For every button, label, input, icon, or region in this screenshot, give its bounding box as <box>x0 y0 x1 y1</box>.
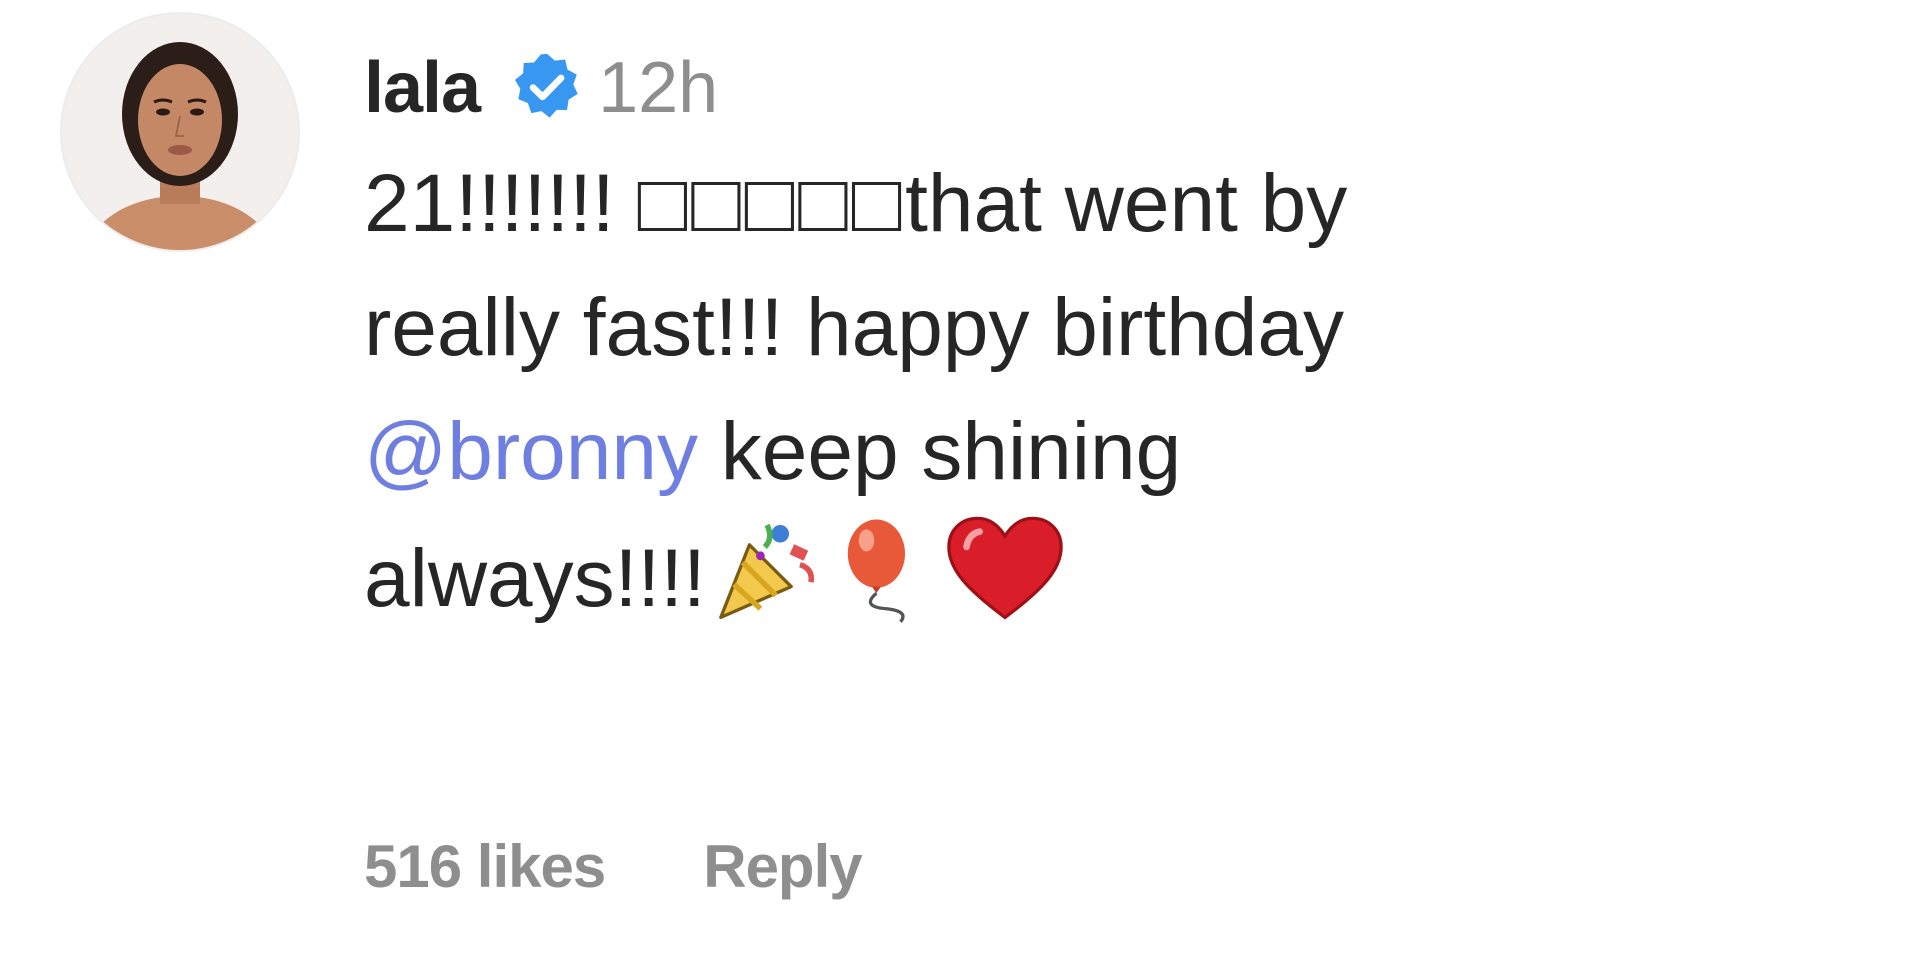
party-popper-icon <box>712 514 822 659</box>
reply-button[interactable]: Reply <box>703 832 862 901</box>
comment-footer: 516 likes Reply <box>364 832 863 901</box>
username[interactable]: lala <box>364 47 481 129</box>
red-heart-icon <box>944 514 1066 659</box>
comment-line-3: @bronny keep shining <box>364 390 1844 514</box>
comment-line-1: 21!!!!!!! □□□□□that went by <box>364 142 1844 266</box>
missing-glyph-boxes: □□□□□ <box>637 158 906 249</box>
mention-link[interactable]: @bronny <box>364 406 698 497</box>
comment-text-end: that went by <box>905 158 1348 249</box>
verified-badge-icon <box>510 51 584 125</box>
comment-body: lala 12h 21!!!!!!! □□□□□that went by rea… <box>364 38 1844 659</box>
comment-text-continuation: keep shining <box>697 406 1182 497</box>
comment: lala 12h 21!!!!!!! □□□□□that went by rea… <box>0 0 1920 960</box>
comment-text-closing: always!!!! <box>364 533 706 624</box>
comment-text-start: 21!!!!!!! <box>364 158 638 249</box>
comment-line-2: really fast!!! happy birthday <box>364 282 1344 373</box>
comment-text: 21!!!!!!! □□□□□that went by really fast!… <box>364 142 1844 659</box>
timestamp: 12h <box>598 48 719 128</box>
likes-count[interactable]: 516 likes <box>364 832 606 901</box>
balloon-icon <box>828 514 938 659</box>
avatar[interactable] <box>62 14 298 250</box>
comment-header: lala 12h <box>364 38 1844 138</box>
comment-line-4: always!!!! <box>364 514 1844 659</box>
